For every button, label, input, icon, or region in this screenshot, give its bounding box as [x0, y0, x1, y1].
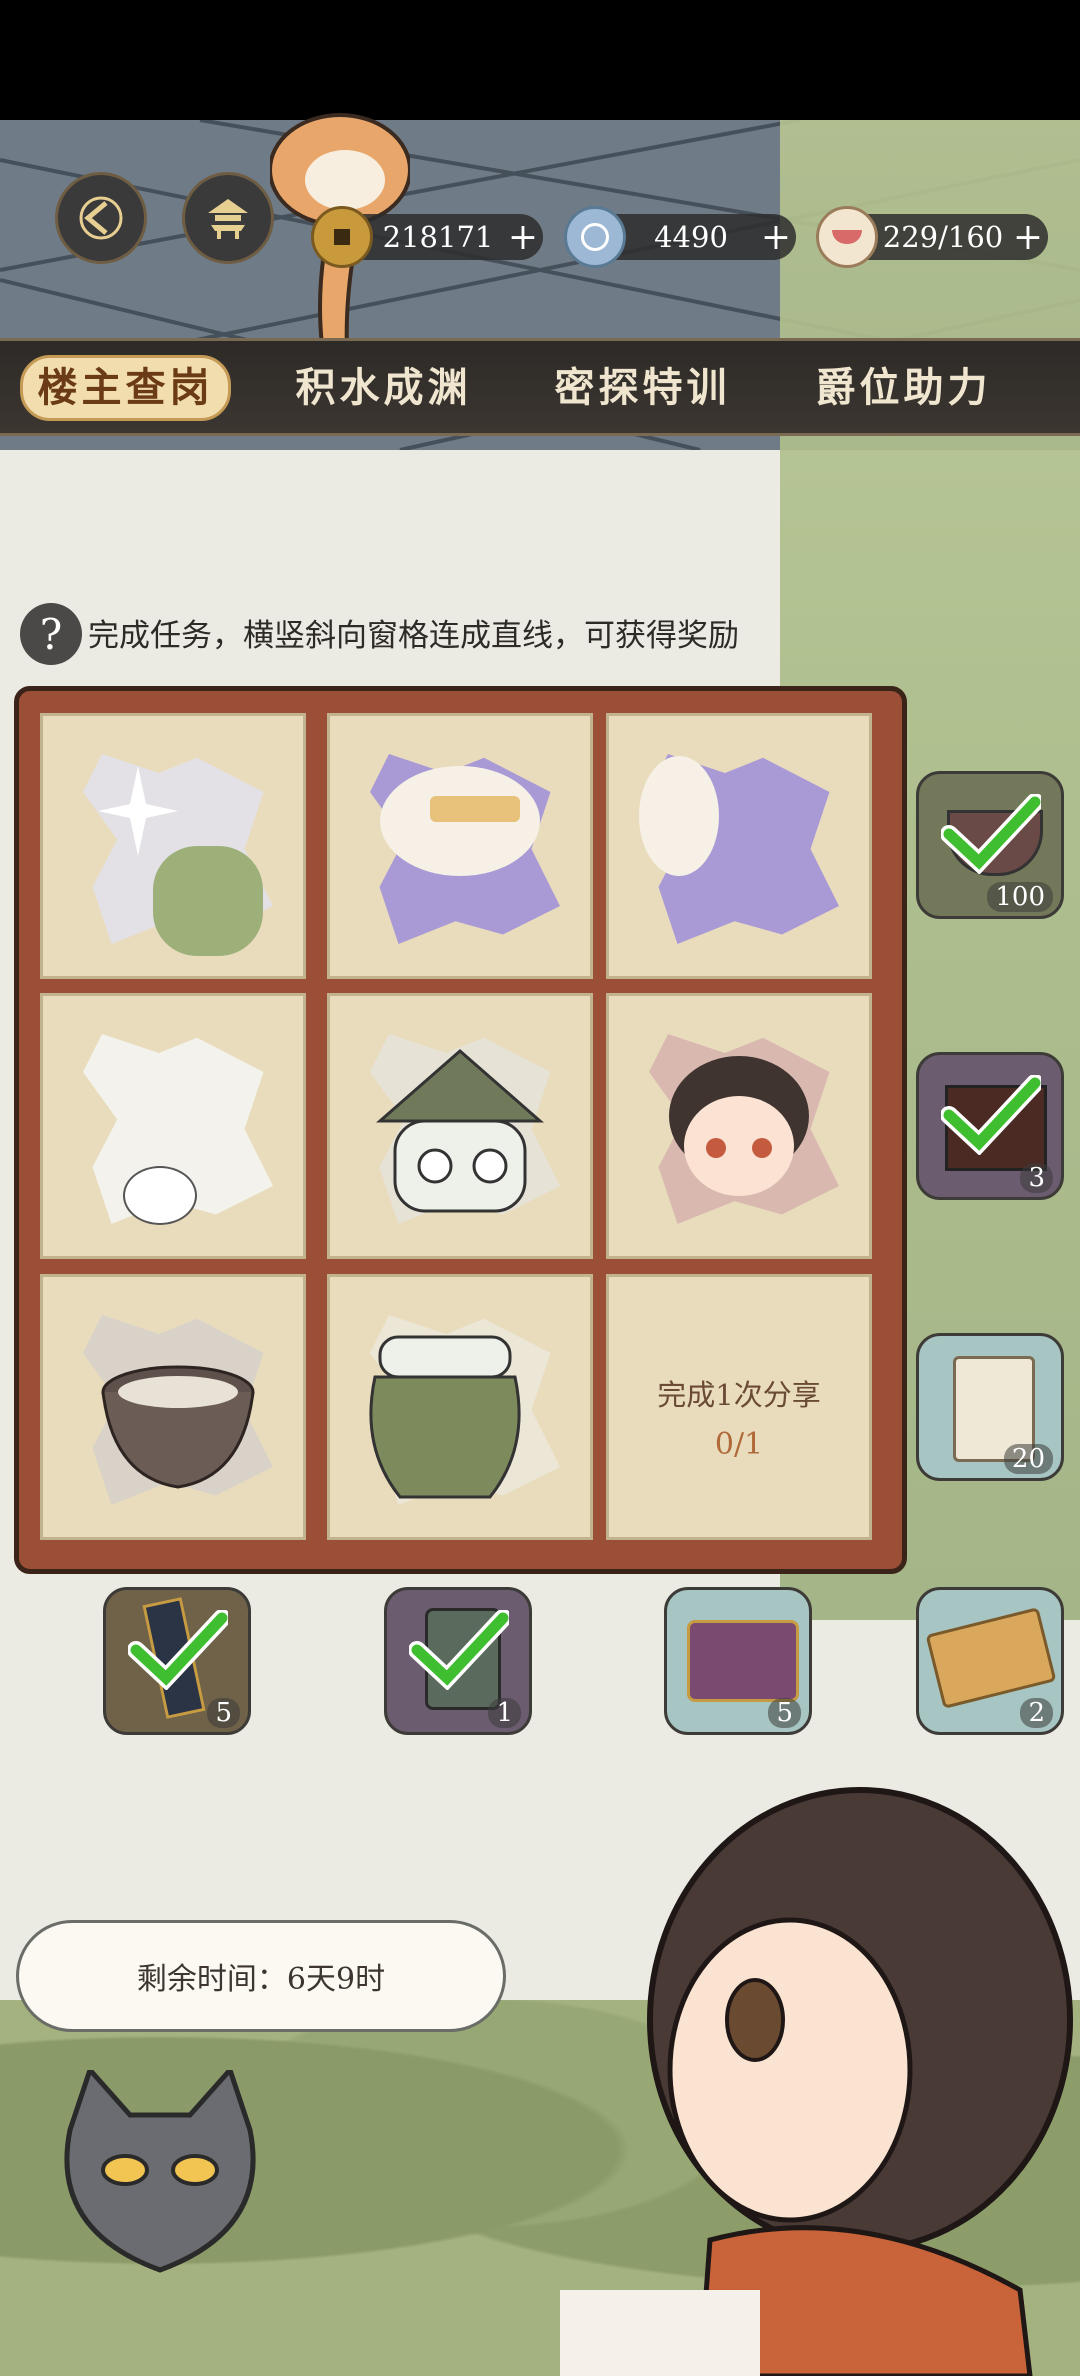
currency-silver: 4490 +: [564, 206, 796, 268]
currency-food-add-button[interactable]: +: [1008, 217, 1048, 258]
status-bar: [0, 0, 1080, 120]
white-cat-art: [123, 1166, 197, 1225]
board-cell-task-share[interactable]: 完成1次分享 0/1: [606, 1274, 872, 1540]
board-cell-1[interactable]: [40, 713, 306, 979]
reward-count: 20: [1003, 1444, 1053, 1474]
currency-food-value: 229/160: [882, 220, 1004, 254]
task-description: 完成1次分享: [657, 1378, 821, 1412]
currency-food: 229/160 +: [816, 206, 1048, 268]
back-button[interactable]: [55, 172, 147, 264]
currency-copper-value: 218171: [382, 220, 494, 254]
reward-count: 5: [207, 1698, 240, 1728]
sparkle-icon: [98, 766, 178, 856]
claimed-check-icon: [128, 1610, 228, 1690]
window-art: [639, 756, 719, 876]
task-progress: 0/1: [714, 1427, 764, 1462]
diagonal-reward[interactable]: 2: [916, 1587, 1064, 1735]
row-reward-3[interactable]: 20: [916, 1333, 1064, 1481]
currency-copper: 218171 +: [311, 206, 543, 268]
board-cell-2[interactable]: [327, 713, 593, 979]
column-reward-2[interactable]: 1: [384, 1587, 532, 1735]
row-reward-2[interactable]: 3: [916, 1052, 1064, 1200]
home-pavilion-button[interactable]: [182, 172, 274, 264]
remaining-time-text: 剩余时间：6天9时: [136, 1962, 386, 1997]
currency-silver-value: 4490: [654, 220, 728, 254]
currency-copper-add-button[interactable]: +: [503, 217, 543, 258]
board-cell-7[interactable]: [40, 1274, 306, 1540]
board-cell-6[interactable]: [606, 993, 872, 1259]
chibi-character-art: [669, 1056, 809, 1196]
column-reward-3[interactable]: 5: [664, 1587, 812, 1735]
back-arrow-icon: [79, 196, 123, 240]
character-robe-art: [153, 846, 263, 956]
board-cell-8[interactable]: [327, 1274, 593, 1540]
dessert-icon: [430, 796, 520, 822]
pagoda-lantern-art: [376, 1049, 544, 1213]
help-icon[interactable]: ?: [20, 603, 82, 665]
board-cell-4[interactable]: [40, 993, 306, 1259]
remaining-time-bubble: 剩余时间：6天9时: [16, 1920, 506, 2032]
copper-coin-icon: [311, 206, 373, 268]
jar-art: [369, 1335, 521, 1499]
claimed-check-icon: [409, 1610, 509, 1690]
reward-count: 1: [488, 1698, 521, 1728]
currency-silver-add-button[interactable]: +: [756, 217, 796, 258]
silver-orb-icon: [564, 206, 626, 268]
column-reward-1[interactable]: 5: [103, 1587, 251, 1735]
instruction-text: 完成任务，横竖斜向窗格连成直线，可获得奖励: [88, 618, 739, 654]
row-reward-1[interactable]: 100: [916, 771, 1064, 919]
tab-water-accumulation[interactable]: 积水成渊: [278, 338, 489, 430]
reward-count: 3: [1020, 1163, 1053, 1193]
bamboo-scroll-icon: [925, 1607, 1057, 1709]
reward-count: 2: [1020, 1698, 1053, 1728]
tab-spy-training[interactable]: 密探特训: [537, 338, 748, 430]
grey-cat-art: [64, 2070, 256, 2273]
food-bowl-icon: [816, 206, 878, 268]
treasure-box-icon: [687, 1620, 799, 1702]
reward-count: 5: [768, 1698, 801, 1728]
reward-count: 100: [987, 882, 1053, 912]
chibi-guard-character-art: [560, 1787, 1073, 2376]
pavilion-icon: [208, 199, 248, 239]
tab-rank-boost[interactable]: 爵位助力: [798, 338, 1009, 430]
claimed-check-icon: [941, 1075, 1041, 1155]
board-cell-3[interactable]: [606, 713, 872, 979]
mortar-art: [101, 1365, 255, 1489]
tab-building-check[interactable]: 楼主查岗: [20, 338, 231, 430]
claimed-check-icon: [941, 794, 1041, 874]
board-cell-5[interactable]: [327, 993, 593, 1259]
